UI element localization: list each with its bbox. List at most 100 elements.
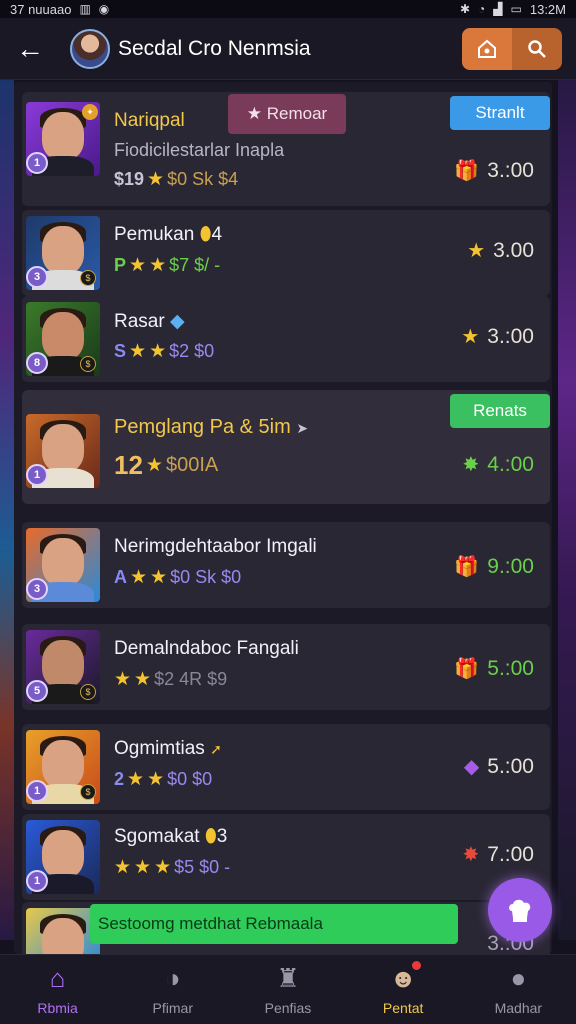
ticket-icon: ◆ bbox=[463, 756, 480, 778]
row-lead: A bbox=[114, 567, 127, 587]
notification-dot bbox=[411, 961, 421, 970]
price-value: 4.:00 bbox=[487, 452, 534, 476]
renats-button[interactable]: Renats bbox=[450, 394, 550, 428]
list-item[interactable]: $ 5 Demalndaboc Fangali ★ ★ $2 4R $9 🎁 5.… bbox=[22, 624, 550, 710]
house-icon bbox=[478, 39, 496, 58]
nav-label: Madhar bbox=[494, 1000, 543, 1016]
list-item[interactable]: 1 Sgomakat ⬮3 ★ ★ ★ $5 $0 - ✸ 7.:00 bbox=[22, 814, 550, 900]
star-icon: ★ bbox=[145, 455, 163, 476]
bottom-navigation: ⌂ Rbmia ◑ Pfimar ♜ Penfias ☻ Pentat ● Ma… bbox=[0, 954, 576, 1024]
row-stats: S ★ ★ $2 $0 bbox=[114, 340, 214, 363]
row-name-text: Pemglang Pa & 5im bbox=[114, 416, 291, 438]
level-badge: 3 bbox=[26, 266, 48, 288]
row-lead: S bbox=[114, 341, 127, 361]
chef-hat-fab-button[interactable] bbox=[488, 878, 552, 942]
badge-icon: ✦ bbox=[82, 104, 98, 120]
row-suffix: 4 bbox=[211, 224, 223, 245]
row-cost: $2 $0 bbox=[169, 341, 215, 361]
toast-message: Sestoomg metdhat Rebmaala bbox=[90, 904, 458, 944]
coin-icon: $ bbox=[80, 356, 96, 372]
gift-icon: 🎁 bbox=[454, 556, 480, 578]
list-item[interactable]: $ 1 Ogmimtias ➚ 2 ★ ★ $0 $0 ◆ 5.:00 bbox=[22, 724, 550, 810]
row-stats: ★ ★ $2 4R $9 bbox=[114, 668, 227, 691]
star-icon: ★ bbox=[149, 341, 167, 362]
nav-item-rankings[interactable]: ♜ Penfias bbox=[238, 955, 338, 1024]
price-value: 5.:00 bbox=[487, 656, 534, 680]
list-item[interactable]: $ 3 Pemukan ⬮4 P ★ ★ $7 $/ - ★ 3.00 bbox=[22, 210, 550, 296]
star-icon: ★ bbox=[461, 326, 480, 348]
nav-item-home[interactable]: ⌂ Rbmia bbox=[8, 955, 108, 1024]
row-cost: $7 $/ - bbox=[169, 255, 221, 275]
status-left-text: 37 nuuaao bbox=[10, 1, 72, 17]
row-cost: $0 $0 bbox=[167, 769, 213, 789]
row-stats: $19 ★ $0 Sk $4 bbox=[114, 168, 238, 191]
start-button[interactable]: Stranlt bbox=[450, 96, 550, 130]
level-badge: 1 bbox=[26, 152, 48, 174]
row-name-text: Rasar bbox=[114, 311, 165, 332]
thumbnail: $ 1 bbox=[26, 730, 100, 804]
search-icon bbox=[528, 40, 546, 58]
list-item[interactable]: ✦ 1 Nariqpal ★ Remoar Stranlt Fiodiciles… bbox=[22, 92, 550, 206]
price-value: 3.:00 bbox=[487, 158, 534, 182]
price-value: 7.:00 bbox=[487, 842, 534, 866]
thumbnail: $ 5 bbox=[26, 630, 100, 704]
star-icon: ★ bbox=[129, 341, 147, 362]
row-name-text: Ogmimtias bbox=[114, 738, 205, 759]
home-icon: ⌂ bbox=[49, 963, 66, 993]
nav-label: Rbmia bbox=[37, 1000, 78, 1016]
nav-label: Penfias bbox=[264, 1000, 312, 1016]
background-glow-right bbox=[558, 80, 576, 940]
level-badge: 8 bbox=[26, 352, 48, 374]
signal-icon: ▟ bbox=[493, 2, 503, 16]
row-stats: P ★ ★ $7 $/ - bbox=[114, 254, 220, 277]
home-shield-button[interactable] bbox=[462, 28, 512, 70]
row-stats: 2 ★ ★ $0 $0 bbox=[114, 768, 212, 791]
row-cost: $0 Sk $4 bbox=[167, 169, 239, 189]
thumbnail: 3 bbox=[26, 528, 100, 602]
star-icon: ★ bbox=[134, 669, 152, 690]
notification-icon: ◉ bbox=[98, 2, 110, 16]
coin-icon: $ bbox=[80, 784, 96, 800]
gem-icon: ✸ bbox=[462, 454, 480, 476]
row-name: Nariqpal bbox=[114, 110, 185, 131]
row-price: ◆ 5.:00 bbox=[464, 754, 534, 779]
row-name: Pemglang Pa & 5im ➤ bbox=[114, 416, 309, 438]
gift-icon: 🎁 bbox=[454, 160, 480, 182]
price-value: 3.00 bbox=[493, 238, 534, 262]
row-stats: ★ ★ ★ $5 $0 - bbox=[114, 856, 230, 879]
row-price: 🎁 9.:00 bbox=[454, 554, 534, 579]
star-icon: ★ bbox=[147, 769, 165, 790]
row-price: 🎁 3.:00 bbox=[454, 158, 534, 183]
back-arrow-icon[interactable]: ← bbox=[16, 33, 52, 65]
remoar-label: Remoar bbox=[266, 104, 328, 123]
remoar-button[interactable]: ★ Remoar bbox=[228, 94, 346, 134]
row-subtitle: Fiodicilestarlar Inapla bbox=[114, 140, 285, 160]
list-item[interactable]: $ 8 Rasar ◆ S ★ ★ $2 $0 ★ 3.:00 bbox=[22, 296, 550, 382]
row-cost: $2 4R $9 bbox=[154, 669, 228, 689]
search-button[interactable] bbox=[512, 28, 562, 70]
thumbnail: ✦ 1 bbox=[26, 102, 100, 176]
nav-item-explore[interactable]: ◑ Pfimar bbox=[123, 955, 223, 1024]
profile-icon: ● bbox=[510, 963, 527, 993]
background-glow-left bbox=[0, 80, 14, 940]
price-value: 3.:00 bbox=[487, 324, 534, 348]
nav-item-chat[interactable]: ☻ Pentat bbox=[353, 955, 453, 1024]
list-item[interactable]: 1 Renats Pemglang Pa & 5im ➤ 12 ★ $00IA … bbox=[22, 390, 550, 504]
row-stats: A ★ ★ $0 Sk $0 bbox=[114, 566, 241, 589]
nav-item-profile[interactable]: ● Madhar bbox=[468, 955, 568, 1024]
star-icon: ★ bbox=[114, 669, 132, 690]
row-lead: $19 bbox=[114, 169, 145, 189]
row-name: Nerimgdehtaabor Imgali bbox=[114, 536, 317, 557]
nav-label: Pentat bbox=[382, 1000, 424, 1016]
status-bar: 37 nuuaao ▥ ◉ ✱ ◔ ▟ ▭ 13:2M bbox=[0, 0, 576, 18]
page-title: Secdal Cro Nenmsia bbox=[118, 36, 311, 60]
list-item[interactable]: 3 Nerimgdehtaabor Imgali A ★ ★ $0 Sk $0 🎁… bbox=[22, 522, 550, 608]
row-name: Ogmimtias ➚ bbox=[114, 738, 222, 759]
row-suffix: 3 bbox=[216, 826, 228, 847]
row-cost: $00IA bbox=[165, 454, 219, 476]
thumbnail bbox=[26, 908, 100, 954]
row-name: Sgomakat ⬮3 bbox=[114, 826, 228, 847]
row-cost: $5 $0 - bbox=[174, 857, 231, 877]
avatar[interactable] bbox=[70, 28, 110, 69]
star-icon: ★ bbox=[130, 567, 148, 588]
